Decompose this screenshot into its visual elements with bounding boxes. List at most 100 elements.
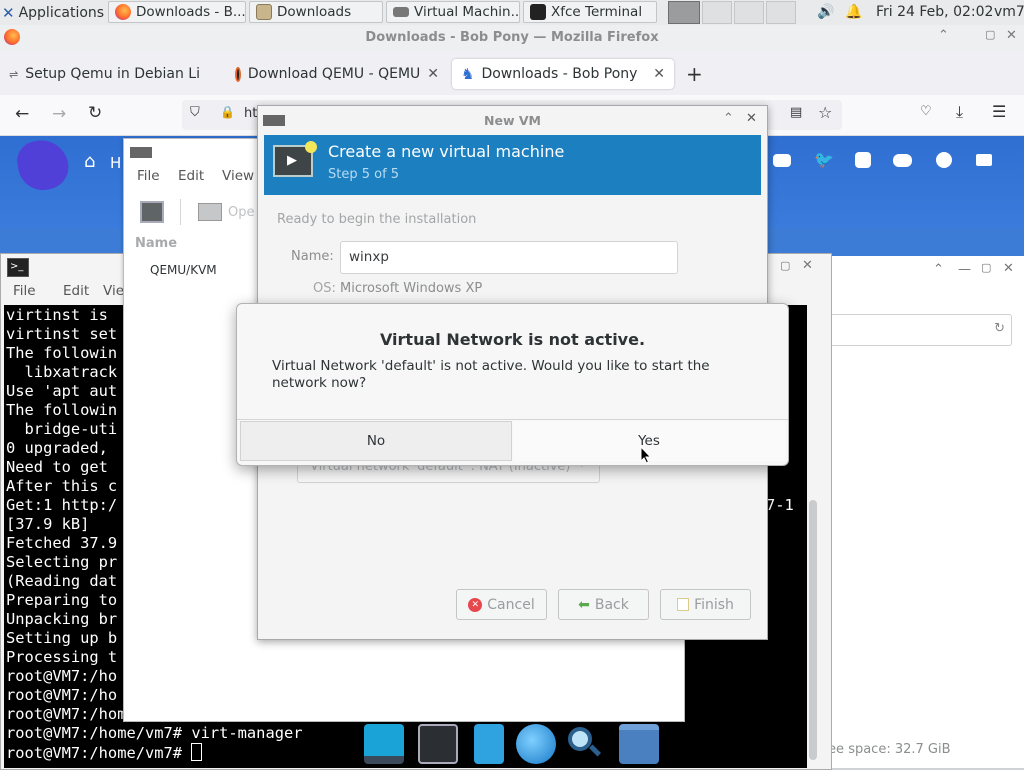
file-manager-launcher-icon[interactable] — [474, 724, 504, 764]
back-label: Back — [594, 596, 629, 613]
maximize-icon[interactable]: ▢ — [780, 259, 790, 272]
open-button[interactable]: Ope — [198, 203, 254, 221]
volume-icon[interactable]: 🔊 — [817, 4, 834, 20]
clock[interactable]: Fri 24 Feb, 02:02 — [876, 4, 993, 20]
workspace-4[interactable] — [766, 1, 796, 24]
reload-icon[interactable]: ↻ — [994, 321, 1005, 336]
firefox-titlebar: Downloads - Bob Pony — Mozilla Firefox ⌃… — [0, 25, 1024, 51]
file-manager-window: ⌃ — ▢ ✕ ↻ ree space: 32.7 GiB — [822, 256, 1024, 768]
search-launcher-icon[interactable] — [564, 724, 604, 764]
email-icon[interactable] — [976, 154, 992, 166]
close-icon[interactable]: ✕ — [1003, 261, 1014, 276]
web-browser-launcher-icon[interactable] — [516, 724, 556, 764]
task-terminal[interactable]: Xfce Terminal — [523, 1, 657, 23]
connection-row-qemu-kvm[interactable]: QEMU/KVM — [150, 263, 217, 277]
finish-button[interactable]: Finish — [660, 589, 751, 620]
bob-pony-favicon-icon: ♞ — [461, 65, 475, 83]
terminal-icon — [530, 4, 546, 20]
xfce-logo-icon: ✕ — [2, 3, 15, 22]
no-button[interactable]: No — [240, 421, 512, 461]
tab-label: Downloads - Bob Pony — [481, 66, 638, 82]
firefox-window-title: Downloads - Bob Pony — Mozilla Firefox — [365, 30, 659, 45]
window-menu-icon[interactable]: — — [958, 262, 971, 277]
firefox-tab-bar: ⇌ Setup Qemu in Debian Li Download QEMU … — [0, 51, 1024, 95]
terminal-launcher-icon[interactable] — [418, 724, 458, 764]
menu-view[interactable]: View — [219, 168, 254, 184]
tab-downloads-bob-pony[interactable]: ♞ Downloads - Bob Pony ✕ — [452, 59, 674, 89]
user-menu[interactable]: vm7 — [994, 4, 1024, 20]
minimize-icon[interactable]: ⌃ — [723, 111, 734, 126]
shield-icon[interactable]: ⛉ — [190, 105, 200, 120]
maximize-icon[interactable]: ▢ — [985, 28, 995, 41]
applications-menu[interactable]: ✕ Applications — [2, 2, 104, 23]
finish-label: Finish — [694, 596, 734, 613]
reload-icon[interactable]: ↻ — [88, 103, 102, 123]
workspace-switcher[interactable] — [668, 1, 700, 24]
folder-launcher-icon[interactable] — [619, 724, 659, 764]
new-vm-button[interactable] — [140, 201, 164, 223]
top-panel: ✕ Applications Downloads - B... Download… — [0, 0, 1024, 26]
ready-text: Ready to begin the installation — [277, 212, 477, 227]
menu-icon[interactable]: ☰ — [992, 102, 1006, 121]
workspace-2[interactable] — [702, 1, 732, 24]
tab-label: Download QEMU - QEMU — [247, 66, 421, 82]
task-label: Downloads — [277, 4, 352, 20]
site-nav-home[interactable]: H — [110, 154, 121, 172]
lock-icon[interactable]: 🔒 — [220, 105, 235, 119]
task-firefox[interactable]: Downloads - B... — [108, 1, 246, 23]
youtube-icon[interactable] — [773, 154, 791, 167]
alert-message: Virtual Network 'default' is not active.… — [272, 358, 710, 391]
back-button[interactable]: ⬅ Back — [558, 589, 649, 620]
task-file-manager[interactable]: Downloads — [249, 1, 383, 23]
network-inactive-dialog: Virtual Network is not active. Virtual N… — [236, 303, 789, 466]
virt-manager-icon — [393, 7, 409, 17]
back-arrow-icon[interactable]: ← — [15, 104, 29, 124]
maximize-icon[interactable]: ▢ — [981, 261, 991, 274]
location-bar[interactable]: ↻ — [823, 314, 1012, 346]
firefox-icon — [115, 4, 131, 20]
status-bar: ree space: 32.7 GiB — [823, 742, 951, 757]
menu-edit[interactable]: Edit — [53, 283, 93, 305]
twitter-icon[interactable]: 🐦 — [814, 150, 834, 169]
github-icon[interactable] — [936, 152, 952, 168]
applications-label: Applications — [18, 4, 105, 21]
menu-file[interactable]: File — [124, 168, 175, 184]
forward-arrow-icon[interactable]: → — [52, 104, 66, 124]
pocket-icon[interactable]: ♡ — [920, 104, 932, 119]
menu-edit[interactable]: Edit — [175, 168, 219, 184]
minimize-icon[interactable]: ⌃ — [938, 28, 949, 43]
terminal-scrollbar[interactable] — [809, 500, 817, 760]
close-icon[interactable]: ✕ — [802, 258, 813, 273]
task-label: Xfce Terminal — [551, 4, 643, 20]
virt-manager-icon — [130, 147, 152, 158]
tab-label: Setup Qemu in Debian Li — [25, 66, 200, 82]
new-tab-icon[interactable]: + — [686, 62, 703, 86]
name-field[interactable]: winxp — [340, 241, 678, 274]
notification-bell-icon[interactable]: 🔔 — [845, 4, 862, 20]
terminal-right-fragment: 7-1 — [766, 496, 794, 514]
home-icon[interactable]: ⌂ — [84, 151, 95, 172]
reader-view-icon[interactable]: ▤ — [790, 105, 802, 120]
discord-icon[interactable] — [893, 154, 912, 167]
mastodon-icon[interactable] — [855, 152, 871, 168]
close-icon[interactable]: ✕ — [1006, 28, 1017, 43]
show-desktop-icon[interactable] — [364, 724, 404, 764]
bookmark-star-icon[interactable]: ☆ — [818, 103, 832, 122]
minimize-icon[interactable]: ⌃ — [933, 262, 944, 277]
task-label: Downloads - B... — [136, 4, 246, 20]
tab-close-icon[interactable]: ✕ — [427, 66, 439, 82]
close-icon[interactable]: ✕ — [746, 111, 757, 126]
menu-file[interactable]: File — [1, 283, 53, 305]
back-arrow-icon: ⬅ — [578, 596, 590, 613]
os-value: Microsoft Windows XP — [340, 281, 483, 296]
tab-close-icon[interactable]: ✕ — [653, 66, 665, 82]
workspace-3[interactable] — [734, 1, 764, 24]
tab-setup-qemu[interactable]: ⇌ Setup Qemu in Debian Li — [0, 59, 222, 89]
task-virt-manager[interactable]: Virtual Machin... — [386, 1, 520, 23]
cancel-button[interactable]: ✕ Cancel — [456, 589, 547, 620]
downloads-icon[interactable]: ⤓ — [956, 102, 963, 122]
tab-download-qemu[interactable]: Download QEMU - QEMU ✕ — [226, 59, 448, 89]
monitor-icon — [198, 203, 222, 221]
bob-pony-logo[interactable] — [13, 135, 73, 195]
column-header-name[interactable]: Name — [135, 236, 177, 251]
